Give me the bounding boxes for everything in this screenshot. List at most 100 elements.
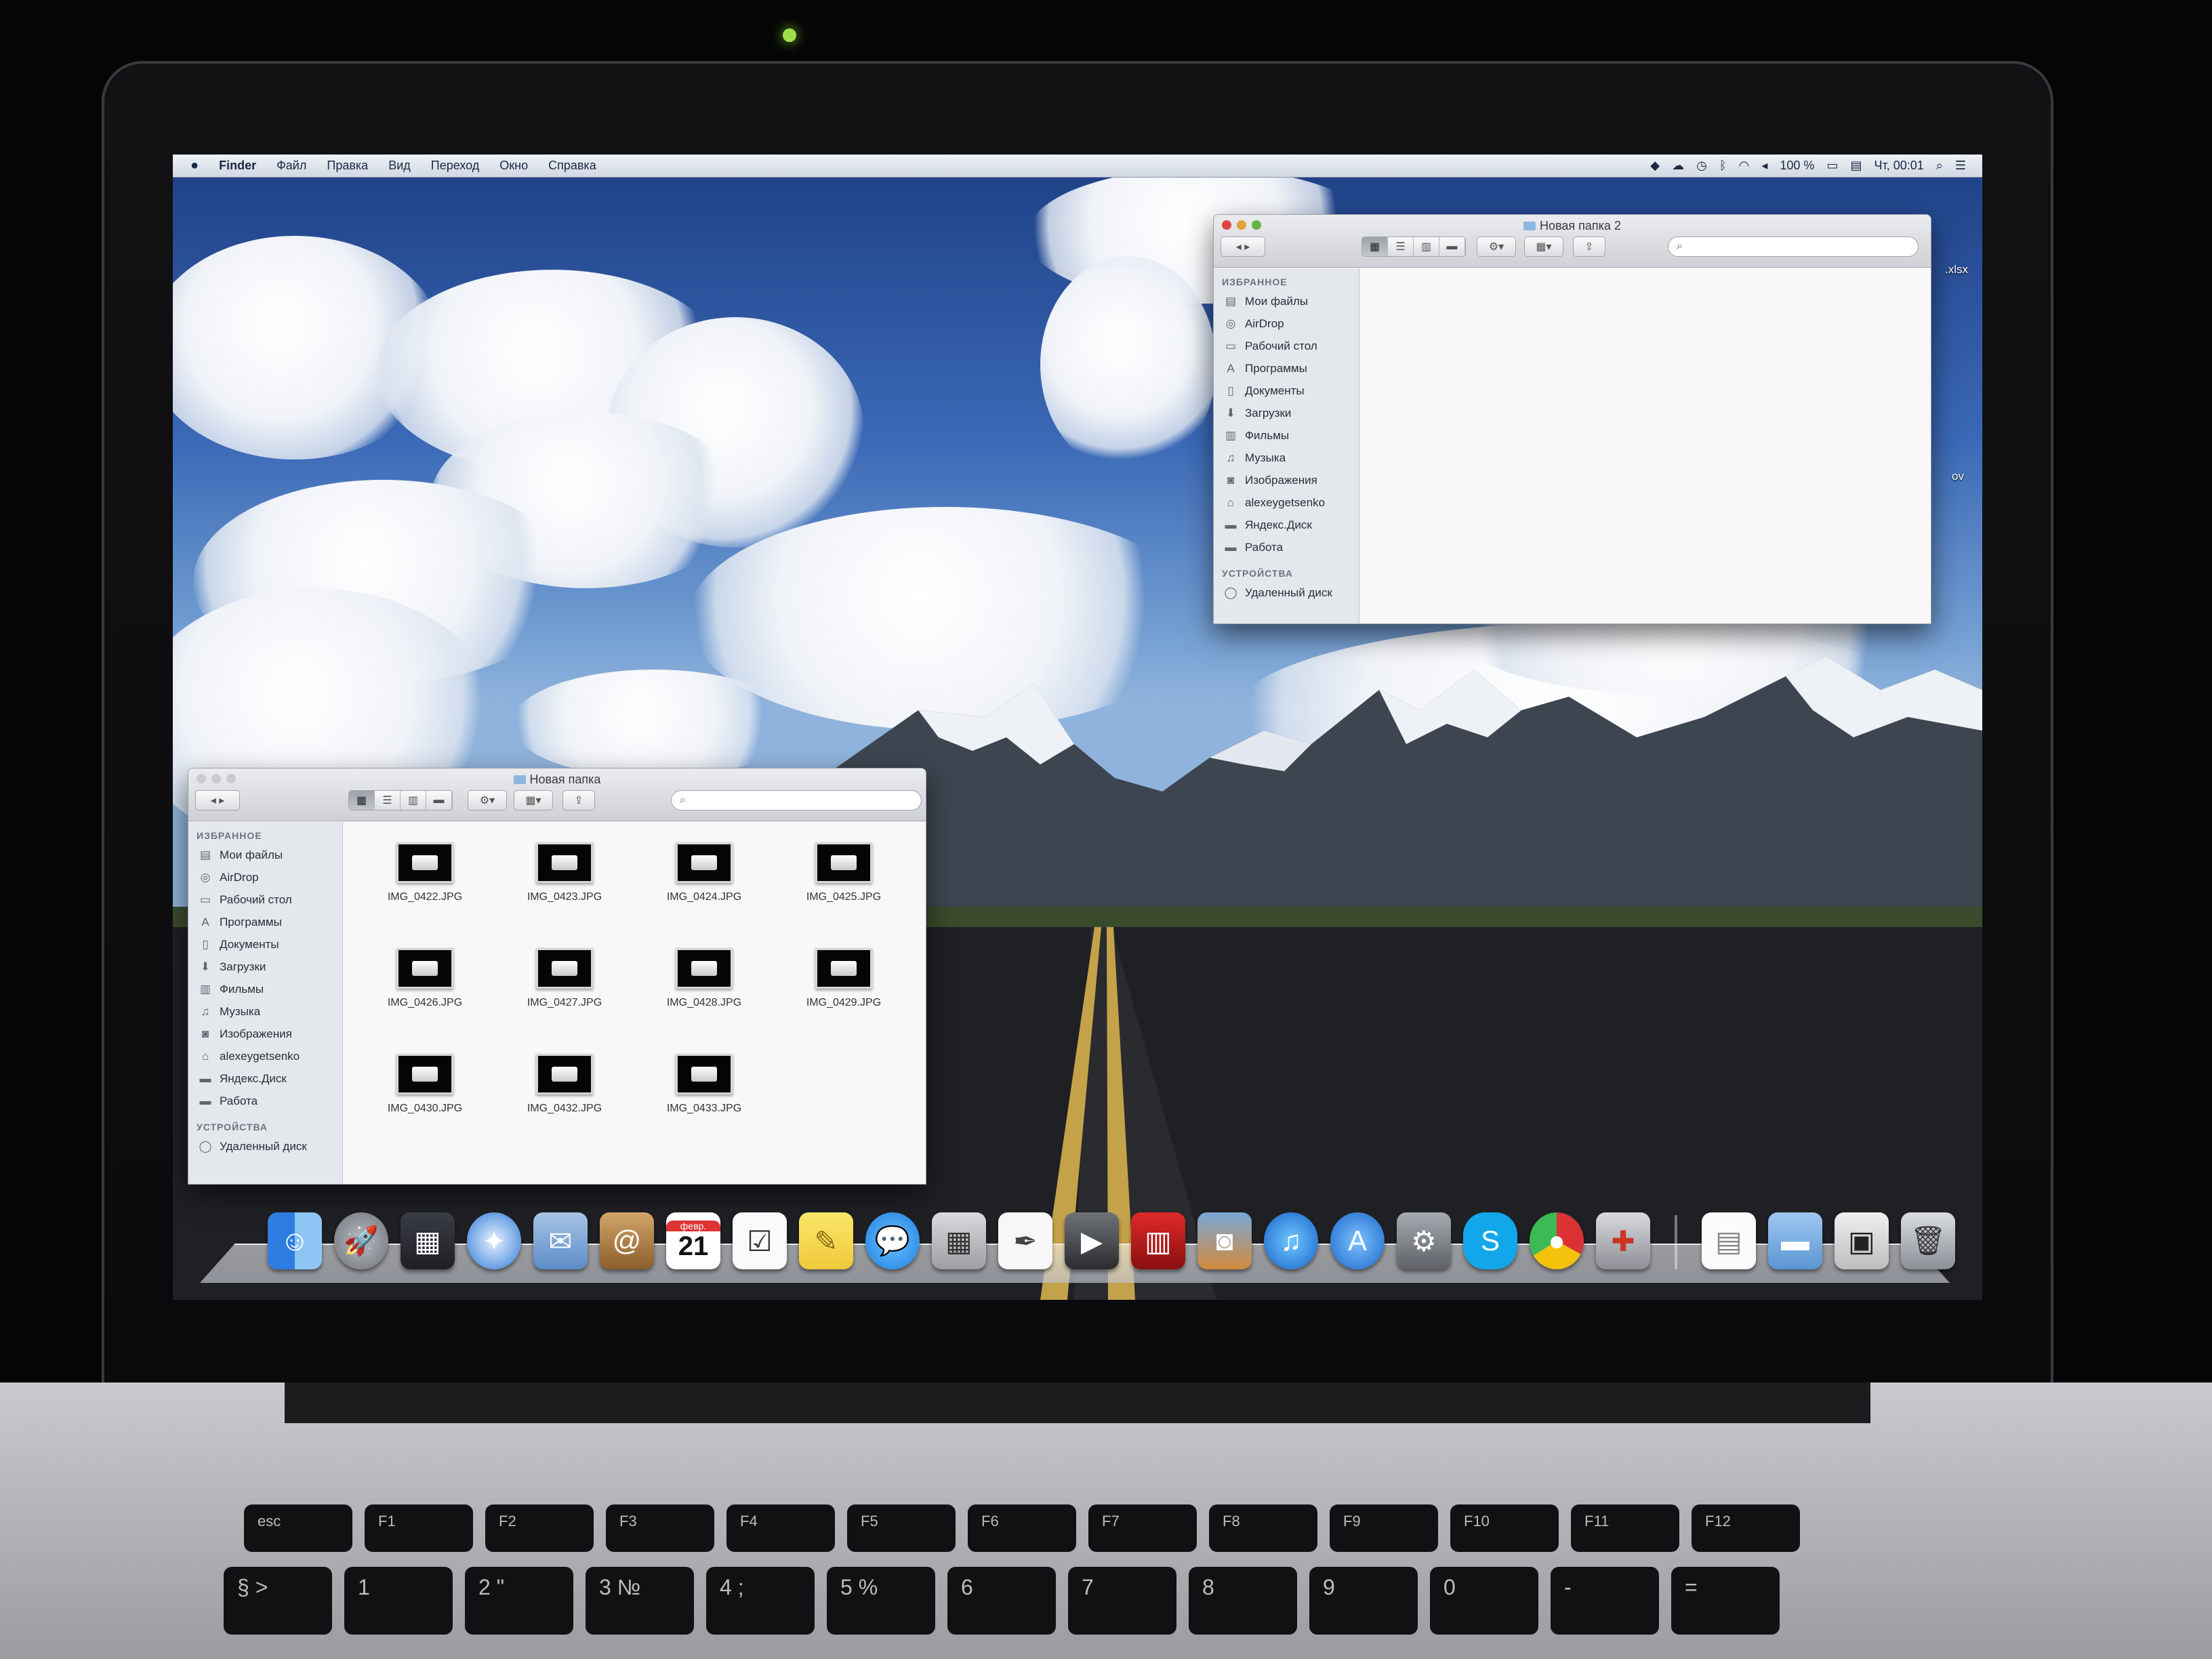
- list-view-icon[interactable]: ☰: [1388, 237, 1414, 256]
- sidebar-item-downloads[interactable]: ⬇ Загрузки: [1214, 402, 1359, 424]
- icon-view-icon[interactable]: ▦: [349, 791, 375, 810]
- messages-icon[interactable]: 💬: [865, 1212, 920, 1269]
- sidebar-item-home[interactable]: ⌂ alexeygetsenko: [188, 1045, 342, 1067]
- sidebar-item-desktop[interactable]: ▭ Рабочий стол: [188, 888, 342, 911]
- sidebar-item-music[interactable]: ♫ Музыка: [188, 1000, 342, 1023]
- file-item[interactable]: IMG_0426.JPG: [357, 948, 493, 1009]
- wifi-icon[interactable]: ◠: [1739, 159, 1750, 173]
- coverflow-view-icon[interactable]: ▬: [1439, 237, 1465, 256]
- sidebar-item-documents[interactable]: ▯ Документы: [188, 933, 342, 956]
- sidebar-item-pictures[interactable]: ◙ Изображения: [1214, 469, 1359, 491]
- sidebar-item-movies[interactable]: ▥ Фильмы: [1214, 424, 1359, 447]
- document-icon[interactable]: ▤: [1702, 1212, 1756, 1269]
- calculator-icon[interactable]: ▦: [932, 1212, 986, 1269]
- sidebar-item-music[interactable]: ♫ Музыка: [1214, 447, 1359, 469]
- facetime-icon[interactable]: ▶: [1065, 1212, 1119, 1269]
- view-mode-control[interactable]: ▦ ☰ ▥ ▬: [348, 790, 453, 811]
- input-source-flag-icon[interactable]: ▤: [1850, 159, 1862, 173]
- menu-go[interactable]: Переход: [431, 159, 480, 173]
- mail-icon[interactable]: ✉: [533, 1212, 588, 1269]
- file-item[interactable]: IMG_0429.JPG: [776, 948, 912, 1009]
- bluetooth-icon[interactable]: ᛒ: [1719, 159, 1727, 173]
- share-button[interactable]: ⇪: [562, 790, 595, 811]
- icon-view-icon[interactable]: ▦: [1362, 237, 1388, 256]
- finder-window-new-folder-2[interactable]: Новая папка 2 ◂ ▸ ▦ ☰ ▥ ▬ ⚙▾ ▦▾ ⇪ ⌕ ИЗБРАНН…: [1213, 214, 1931, 624]
- file-item[interactable]: IMG_0433.JPG: [636, 1054, 772, 1115]
- folder-content-empty[interactable]: [1360, 268, 1931, 623]
- menu-edit[interactable]: Правка: [327, 159, 368, 173]
- finder-icon[interactable]: ☺: [268, 1212, 322, 1269]
- back-forward-buttons[interactable]: ◂ ▸: [195, 790, 240, 811]
- utility-icon[interactable]: ✚: [1596, 1212, 1650, 1269]
- arrange-button[interactable]: ▦▾: [1524, 237, 1563, 257]
- file-item[interactable]: IMG_0427.JPG: [497, 948, 632, 1009]
- sidebar-item-my-files[interactable]: ▤ Мои файлы: [188, 844, 342, 866]
- sidebar-item-pictures[interactable]: ◙ Изображения: [188, 1023, 342, 1045]
- contacts-icon[interactable]: @: [600, 1212, 654, 1269]
- system-preferences-icon[interactable]: ⚙: [1397, 1212, 1451, 1269]
- reminders-icon[interactable]: ☑: [733, 1212, 787, 1269]
- column-view-icon[interactable]: ▥: [1414, 237, 1439, 256]
- file-item[interactable]: IMG_0424.JPG: [636, 842, 772, 903]
- photo-booth-icon[interactable]: ▥: [1131, 1212, 1185, 1269]
- sidebar-item-home[interactable]: ⌂ alexeygetsenko: [1214, 491, 1359, 514]
- mission-control-icon[interactable]: ▦: [401, 1212, 455, 1269]
- textedit-icon[interactable]: ✒: [998, 1212, 1052, 1269]
- notes-icon[interactable]: ✎: [799, 1212, 853, 1269]
- sidebar-item-my-files[interactable]: ▤ Мои файлы: [1214, 290, 1359, 312]
- back-forward-buttons[interactable]: ◂ ▸: [1221, 237, 1265, 257]
- menu-finder[interactable]: Finder: [219, 159, 256, 173]
- notification-center-icon[interactable]: ☰: [1955, 159, 1966, 173]
- file-item[interactable]: IMG_0430.JPG: [357, 1054, 493, 1115]
- action-gear-button[interactable]: ⚙▾: [468, 790, 507, 811]
- sidebar-item-documents[interactable]: ▯ Документы: [1214, 380, 1359, 402]
- safari-icon[interactable]: ✦: [467, 1212, 521, 1269]
- sidebar-item-yandex-disk[interactable]: ▬ Яндекс.Диск: [188, 1067, 342, 1090]
- calendar-icon[interactable]: февр. 21: [666, 1212, 720, 1269]
- sidebar-item-remote-disc[interactable]: ◯ Удаленный диск: [188, 1135, 342, 1158]
- desktop-file-label[interactable]: ov: [1952, 470, 1964, 483]
- iphoto-icon[interactable]: ◙: [1197, 1212, 1252, 1269]
- list-view-icon[interactable]: ☰: [375, 791, 401, 810]
- sidebar-item-remote-disc[interactable]: ◯ Удаленный диск: [1214, 581, 1359, 604]
- sidebar-item-work[interactable]: ▬ Работа: [1214, 536, 1359, 558]
- sidebar-item-airdrop[interactable]: ◎ AirDrop: [1214, 312, 1359, 335]
- sidebar-item-desktop[interactable]: ▭ Рабочий стол: [1214, 335, 1359, 357]
- file-item[interactable]: IMG_0422.JPG: [357, 842, 493, 903]
- time-machine-icon[interactable]: ◷: [1696, 159, 1707, 173]
- trash-icon[interactable]: 🗑: [1901, 1212, 1955, 1269]
- window-stack-icon[interactable]: ▣: [1835, 1212, 1889, 1269]
- folder-icon[interactable]: ▬: [1768, 1212, 1822, 1269]
- spotlight-icon[interactable]: ⌕: [1936, 159, 1943, 173]
- sidebar-item-airdrop[interactable]: ◎ AirDrop: [188, 866, 342, 888]
- yandex-disk-icon[interactable]: ☁: [1672, 159, 1684, 173]
- volume-icon[interactable]: ◂: [1761, 159, 1767, 173]
- coverflow-view-icon[interactable]: ▬: [426, 791, 452, 810]
- sidebar-item-applications[interactable]: A Программы: [1214, 357, 1359, 380]
- finder-window-new-folder[interactable]: Новая папка ◂ ▸ ▦ ☰ ▥ ▬ ⚙▾ ▦▾ ⇪ ⌕ ИЗБРАННОЕ…: [188, 768, 926, 1185]
- desktop-file-label[interactable]: .xlsx: [1945, 263, 1968, 276]
- apple-menu-icon[interactable]: ●: [190, 158, 199, 173]
- column-view-icon[interactable]: ▥: [401, 791, 426, 810]
- file-item[interactable]: IMG_0428.JPG: [636, 948, 772, 1009]
- sidebar-item-applications[interactable]: A Программы: [188, 911, 342, 933]
- search-input[interactable]: ⌕: [671, 790, 922, 811]
- sidebar-item-yandex-disk[interactable]: ▬ Яндекс.Диск: [1214, 514, 1359, 536]
- launchpad-icon[interactable]: 🚀: [334, 1212, 388, 1269]
- sidebar-item-work[interactable]: ▬ Работа: [188, 1090, 342, 1112]
- file-item[interactable]: IMG_0432.JPG: [497, 1054, 632, 1115]
- file-item[interactable]: IMG_0425.JPG: [776, 842, 912, 903]
- menu-file[interactable]: Файл: [276, 159, 306, 173]
- menu-window[interactable]: Окно: [499, 159, 528, 173]
- sidebar-item-movies[interactable]: ▥ Фильмы: [188, 978, 342, 1000]
- share-button[interactable]: ⇪: [1573, 237, 1605, 257]
- battery-icon[interactable]: ▭: [1826, 159, 1838, 173]
- menu-view[interactable]: Вид: [388, 159, 411, 173]
- menu-help[interactable]: Справка: [548, 159, 596, 173]
- app-store-icon[interactable]: A: [1330, 1212, 1385, 1269]
- view-mode-control[interactable]: ▦ ☰ ▥ ▬: [1361, 237, 1466, 257]
- skype-icon[interactable]: S: [1463, 1212, 1517, 1269]
- action-gear-button[interactable]: ⚙▾: [1477, 237, 1516, 257]
- clock[interactable]: Чт, 00:01: [1874, 159, 1923, 173]
- sidebar-item-downloads[interactable]: ⬇ Загрузки: [188, 956, 342, 978]
